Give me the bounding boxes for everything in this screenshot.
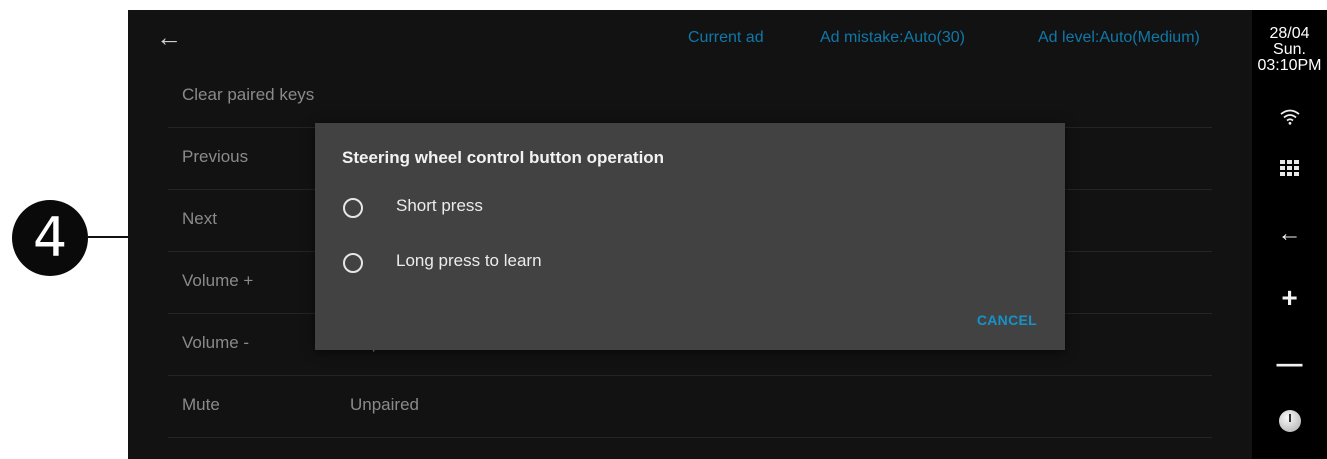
list-item[interactable]: Clear paired keys	[168, 66, 1212, 128]
top-bar: ← Current ad Ad mistake:Auto(30) Ad leve…	[128, 10, 1252, 66]
option-label: Short press	[396, 196, 483, 215]
row-label: Clear paired keys	[182, 85, 315, 104]
power-icon[interactable]	[1252, 410, 1327, 437]
date-time: 28/04 Sun. 03:10PM	[1252, 26, 1327, 74]
dialog-title: Steering wheel control button operation	[342, 148, 665, 167]
date-text: 28/04	[1269, 25, 1310, 42]
system-sidebar: 28/04 Sun. 03:10PM ← + —	[1252, 10, 1327, 459]
row-label: Previous	[182, 147, 249, 166]
radio-button-icon[interactable]	[343, 253, 363, 273]
ad-level-link[interactable]: Ad level:Auto(Medium)	[1038, 29, 1200, 47]
volume-up-icon[interactable]: +	[1252, 282, 1327, 314]
back-icon[interactable]: ←	[1252, 220, 1327, 248]
wifi-icon[interactable]	[1252, 108, 1327, 131]
row-label: Volume -	[182, 333, 250, 352]
cancel-button[interactable]: CANCEL	[977, 312, 1037, 328]
ad-mistake-link[interactable]: Ad mistake:Auto(30)	[820, 29, 965, 47]
row-label: Volume +	[182, 271, 254, 290]
row-value: Unpaired	[350, 395, 419, 414]
list-item[interactable]: Mute Unpaired	[168, 376, 1212, 438]
option-short-press[interactable]: Short press	[343, 194, 643, 224]
row-label: Next	[182, 209, 217, 228]
day-text: Sun.	[1273, 41, 1306, 58]
apps-grid-icon[interactable]	[1252, 160, 1327, 181]
callout-number-badge: 4	[12, 200, 88, 276]
current-ad-link[interactable]: Current ad	[688, 29, 764, 47]
back-arrow-icon[interactable]: ←	[156, 22, 186, 52]
radio-button-icon[interactable]	[343, 198, 363, 218]
row-label: Mute	[182, 395, 220, 414]
time-text: 03:10PM	[1257, 57, 1322, 74]
option-long-press-learn[interactable]: Long press to learn	[343, 249, 643, 279]
button-operation-dialog: Steering wheel control button operation …	[315, 123, 1065, 350]
option-label: Long press to learn	[396, 251, 542, 270]
volume-down-icon[interactable]: —	[1252, 348, 1327, 379]
